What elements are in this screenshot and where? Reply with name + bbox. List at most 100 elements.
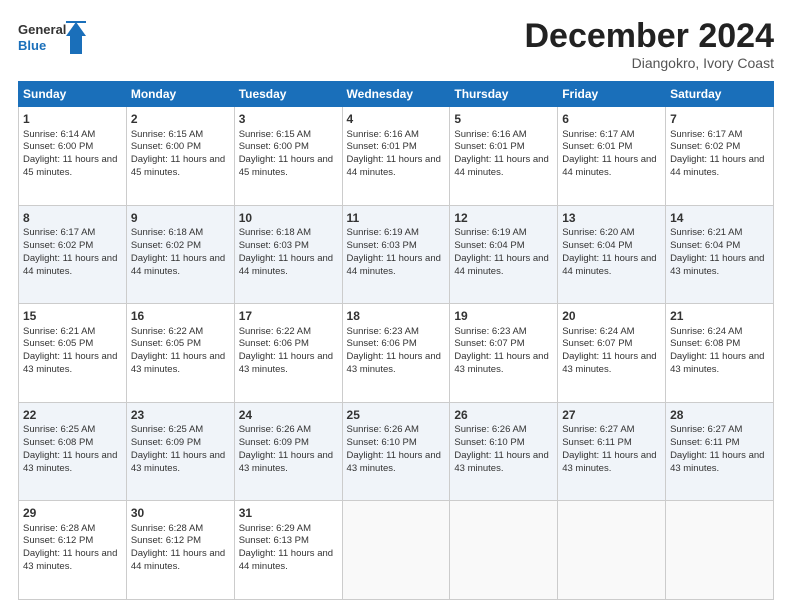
header: General Blue December 2024 Diangokro, Iv… (18, 18, 774, 71)
calendar-cell: 1 Sunrise: 6:14 AMSunset: 6:00 PM Daylight… (19, 107, 127, 206)
sunset-text: Sunset: 6:13 PM (239, 535, 309, 546)
day-number: 26 (454, 407, 553, 423)
col-tuesday: Tuesday (234, 82, 342, 107)
calendar-cell: 8Sunrise: 6:17 AMSunset: 6:02 PMDaylight… (19, 205, 127, 304)
daylight-text: Daylight: 11 hours and 43 minutes. (23, 450, 117, 474)
calendar-cell: 13Sunrise: 6:20 AMSunset: 6:04 PMDayligh… (558, 205, 666, 304)
sunrise-text: Sunrise: 6:27 AM (562, 424, 634, 435)
sunrise-text: Sunrise: 6:21 AM (23, 326, 95, 337)
sunset-text: Sunset: 6:00 PM (239, 141, 309, 152)
sunrise-text: Sunrise: 6:14 AM (23, 129, 95, 140)
day-number: 22 (23, 407, 122, 423)
sunset-text: Sunset: 6:02 PM (23, 240, 93, 251)
sunrise-text: Sunrise: 6:16 AM (454, 129, 526, 140)
day-number: 29 (23, 505, 122, 521)
sunset-text: Sunset: 6:00 PM (131, 141, 201, 152)
sunset-text: Sunset: 6:01 PM (454, 141, 524, 152)
daylight-text: Daylight: 11 hours and 43 minutes. (454, 351, 548, 375)
daylight-text: Daylight: 11 hours and 45 minutes. (23, 154, 117, 178)
calendar-cell: 21Sunrise: 6:24 AMSunset: 6:08 PMDayligh… (666, 304, 774, 403)
calendar-cell: 3Sunrise: 6:15 AMSunset: 6:00 PMDaylight… (234, 107, 342, 206)
calendar-cell: 18 Sunrise: 6:23 AMSunset: 6:06 PM Dayligh… (342, 304, 450, 403)
calendar-row: 29Sunrise: 6:28 AMSunset: 6:12 PMDayligh… (19, 501, 774, 600)
logo-svg: General Blue (18, 18, 88, 60)
day-number: 8 (23, 210, 122, 226)
col-saturday: Saturday (666, 82, 774, 107)
calendar-cell: 12Sunrise: 6:19 AMSunset: 6:04 PMDayligh… (450, 205, 558, 304)
sunset-text: Sunset: 6:09 PM (239, 437, 309, 448)
page: General Blue December 2024 Diangokro, Iv… (0, 0, 792, 612)
sunrise-text: Sunrise: 6:27 AM (670, 424, 742, 435)
sunrise-text: Sunrise: 6:21 AM (670, 227, 742, 238)
sunrise-text: Sunrise: 6:18 AM (239, 227, 311, 238)
calendar-cell: 17Sunrise: 6:22 AMSunset: 6:06 PMDayligh… (234, 304, 342, 403)
calendar-cell: 4Sunrise: 6:16 AMSunset: 6:01 PMDaylight… (342, 107, 450, 206)
day-number: 16 (131, 308, 230, 324)
daylight-text: Daylight: 11 hours and 44 minutes. (670, 154, 764, 178)
day-number: 31 (239, 505, 338, 521)
daylight-text: Daylight: 11 hours and 43 minutes. (670, 351, 764, 375)
sunset-text: Sunset: 6:06 PM (239, 338, 309, 349)
calendar-cell: 26Sunrise: 6:26 AM Sunset: 6:10 PM Dayligh… (450, 402, 558, 501)
col-wednesday: Wednesday (342, 82, 450, 107)
sunrise-text: Sunrise: 6:18 AM (131, 227, 203, 238)
day-number: 13 (562, 210, 661, 226)
calendar-row: 22Sunrise: 6:25 AMSunset: 6:08 PMDayligh… (19, 402, 774, 501)
daylight-text: Daylight: 11 hours and 44 minutes. (562, 253, 656, 277)
daylight-text: Daylight: 11 hours and 43 minutes. (562, 351, 656, 375)
svg-text:General: General (18, 22, 66, 37)
day-number: 14 (670, 210, 769, 226)
sunrise-text: Sunrise: 6:29 AM (239, 523, 311, 534)
daylight-text: Daylight: 11 hours and 43 minutes. (562, 450, 656, 474)
calendar-cell: 22Sunrise: 6:25 AMSunset: 6:08 PMDayligh… (19, 402, 127, 501)
calendar-header-row: Sunday Monday Tuesday Wednesday Thursday… (19, 82, 774, 107)
day-number: 25 (347, 407, 446, 423)
calendar-cell: 10Sunrise: 6:18 AMSunset: 6:03 PMDayligh… (234, 205, 342, 304)
sunset-text: Sunset: 6:04 PM (454, 240, 524, 251)
sunrise-text: Sunrise: 6:17 AM (562, 129, 634, 140)
sunset-text: Sunset: 6:03 PM (239, 240, 309, 251)
sunrise-text: Sunrise: 6:19 AM (347, 227, 419, 238)
daylight-text: Daylight: 11 hours and 43 minutes. (131, 450, 225, 474)
day-number: 6 (562, 111, 661, 127)
calendar-cell: 7Sunrise: 6:17 AMSunset: 6:02 PMDaylight… (666, 107, 774, 206)
daylight-text: Daylight: 11 hours and 44 minutes. (347, 253, 441, 277)
sunset-text: Sunset: 6:03 PM (347, 240, 417, 251)
sunrise-text: Sunrise: 6:22 AM (239, 326, 311, 337)
calendar-cell (558, 501, 666, 600)
sunrise-text: Sunrise: 6:25 AM (131, 424, 203, 435)
col-friday: Friday (558, 82, 666, 107)
sunrise-text: Sunrise: 6:25 AM (23, 424, 95, 435)
sunset-text: Sunset: 6:06 PM (347, 338, 417, 349)
daylight-text: Daylight: 11 hours and 43 minutes. (131, 351, 225, 375)
col-monday: Monday (126, 82, 234, 107)
day-number: 18 (347, 308, 446, 324)
calendar-table: Sunday Monday Tuesday Wednesday Thursday… (18, 81, 774, 600)
sunrise-text: Sunrise: 6:26 AM (454, 424, 526, 435)
daylight-text: Daylight: 11 hours and 43 minutes. (239, 450, 333, 474)
month-title: December 2024 (524, 18, 774, 55)
logo: General Blue (18, 18, 88, 60)
sunset-text: Sunset: 6:04 PM (562, 240, 632, 251)
day-number: 19 (454, 308, 553, 324)
daylight-text: Daylight: 11 hours and 43 minutes. (454, 450, 548, 474)
daylight-text: Daylight: 11 hours and 43 minutes. (347, 351, 441, 375)
sunrise-text: Sunrise: 6:23 AM (347, 326, 419, 337)
calendar-cell: 29Sunrise: 6:28 AMSunset: 6:12 PMDayligh… (19, 501, 127, 600)
sunset-text: Sunset: 6:04 PM (670, 240, 740, 251)
day-number: 1 (23, 111, 122, 127)
sunrise-text: Sunrise: 6:16 AM (347, 129, 419, 140)
daylight-text: Daylight: 11 hours and 44 minutes. (454, 154, 548, 178)
sunset-text: Sunset: 6:00 PM (23, 141, 93, 152)
day-number: 15 (23, 308, 122, 324)
day-number: 11 (347, 210, 446, 226)
daylight-text: Daylight: 11 hours and 45 minutes. (239, 154, 333, 178)
sunset-text: Sunset: 6:10 PM (454, 437, 524, 448)
sunset-text: Sunset: 6:02 PM (131, 240, 201, 251)
location: Diangokro, Ivory Coast (524, 55, 774, 71)
calendar-cell: 20Sunrise: 6:24 AMSunset: 6:07 PMDayligh… (558, 304, 666, 403)
sunset-text: Sunset: 6:02 PM (670, 141, 740, 152)
sunrise-text: Sunrise: 6:23 AM (454, 326, 526, 337)
calendar-cell (666, 501, 774, 600)
day-number: 9 (131, 210, 230, 226)
